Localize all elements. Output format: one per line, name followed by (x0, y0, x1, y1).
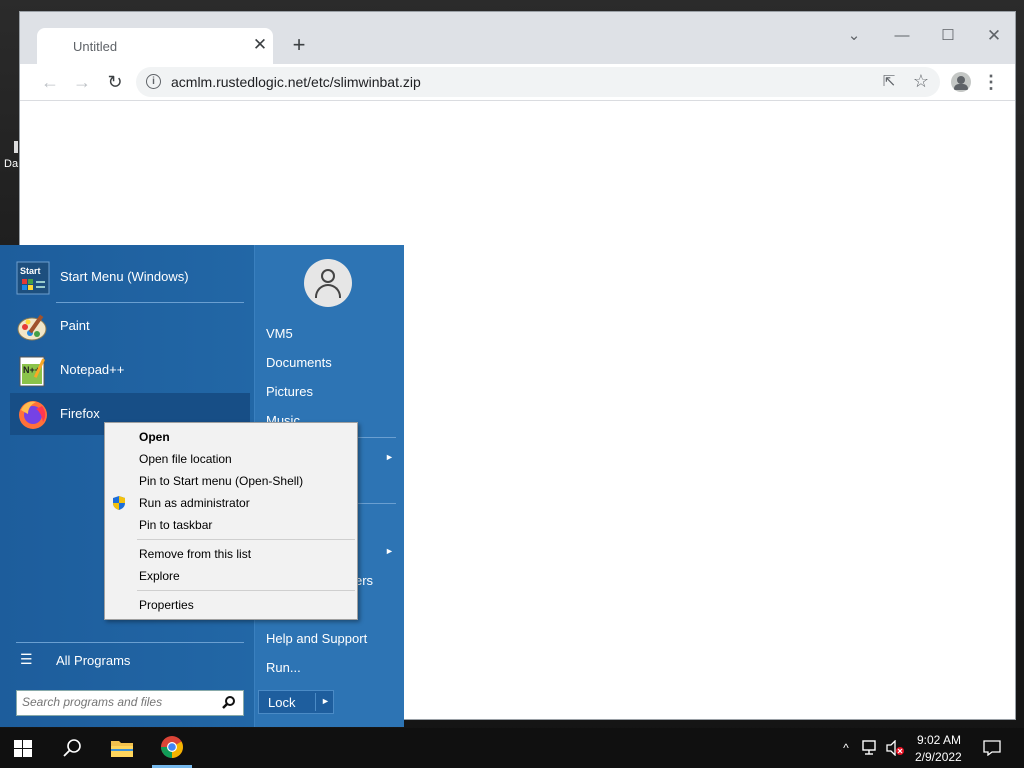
program-label: Firefox (60, 406, 100, 421)
ctx-open-file-location[interactable]: Open file location (139, 452, 232, 466)
start-menu-icon: Start (16, 261, 50, 295)
tab-close-icon[interactable]: ✕ (251, 36, 269, 54)
start-search-box[interactable] (16, 690, 244, 716)
ctx-pin-to-start[interactable]: Pin to Start menu (Open-Shell) (139, 474, 303, 488)
notepadpp-icon: N++ (19, 356, 46, 387)
svg-text:Start: Start (20, 266, 41, 276)
submenu-arrow-icon[interactable]: ► (385, 452, 394, 462)
right-link-pictures[interactable]: Pictures (266, 384, 313, 399)
chrome-icon[interactable] (152, 728, 192, 768)
profile-avatar-icon[interactable] (951, 72, 971, 92)
desktop-icon-label: Da (4, 158, 19, 170)
maximize-button[interactable]: ☐ (936, 26, 960, 46)
user-body-icon (315, 284, 341, 298)
ctx-remove-from-list[interactable]: Remove from this list (139, 547, 251, 561)
bookmark-star-icon[interactable]: ☆ (911, 71, 931, 91)
ctx-separator (137, 590, 355, 591)
minimize-button[interactable]: — (890, 26, 914, 46)
chevron-up-icon[interactable]: ^ (838, 740, 854, 756)
share-icon[interactable]: ⇱ (879, 72, 899, 92)
program-separator (56, 302, 244, 303)
right-link-documents[interactable]: Documents (266, 355, 332, 370)
submenu-arrow-icon[interactable]: ► (385, 546, 394, 556)
ctx-separator (137, 539, 355, 540)
search-icon[interactable] (222, 695, 236, 709)
lock-options-arrow-icon[interactable]: ► (321, 696, 330, 706)
lock-button[interactable]: Lock ► (258, 690, 334, 714)
file-explorer-icon[interactable] (110, 738, 134, 758)
taskbar-search-icon[interactable] (62, 738, 82, 758)
browser-toolbar: ← → ↻ i acmlm.rustedlogic.net/etc/slimwi… (20, 64, 1015, 101)
windows-start-icon[interactable] (14, 740, 32, 757)
forward-button[interactable]: → (70, 70, 94, 94)
context-menu: Open Open file location Pin to Start men… (104, 422, 358, 620)
uac-shield-icon (113, 496, 125, 510)
browser-tab[interactable]: Untitled ✕ (37, 28, 273, 64)
right-link-run[interactable]: Run... (266, 660, 301, 675)
close-window-button[interactable]: ✕ (982, 26, 1006, 46)
address-bar[interactable]: i acmlm.rustedlogic.net/etc/slimwinbat.z… (136, 67, 940, 97)
clock-time[interactable]: 9:02 AM (917, 733, 961, 747)
program-label: Start Menu (Windows) (60, 269, 189, 284)
program-paint[interactable]: Paint (10, 305, 250, 347)
all-programs-button[interactable]: All Programs (56, 653, 130, 668)
url-text[interactable]: acmlm.rustedlogic.net/etc/slimwinbat.zip (171, 74, 421, 90)
back-button[interactable]: ← (38, 70, 62, 94)
reload-button[interactable]: ↻ (103, 70, 127, 94)
user-avatar[interactable] (304, 259, 352, 307)
tab-title: Untitled (73, 39, 118, 54)
ctx-pin-to-taskbar[interactable]: Pin to taskbar (139, 518, 212, 532)
program-notepadpp[interactable]: N++ Notepad++ (10, 349, 250, 391)
lock-divider (315, 693, 316, 711)
start-search-input[interactable] (22, 695, 212, 709)
tab-strip: Untitled ✕ + ⌄ — ☐ ✕ (20, 12, 1015, 64)
ctx-run-as-admin[interactable]: Run as administrator (139, 496, 250, 510)
browser-menu-icon[interactable]: ⋮ (982, 71, 1000, 93)
new-tab-button[interactable]: + (288, 34, 310, 56)
lock-label: Lock (268, 695, 296, 710)
ctx-explore[interactable]: Explore (139, 569, 180, 583)
tab-search-icon[interactable]: ⌄ (842, 26, 866, 46)
right-link-vm5[interactable]: VM5 (266, 326, 293, 341)
firefox-icon (19, 401, 47, 429)
notification-center-icon[interactable] (983, 740, 1001, 756)
all-programs-separator (16, 642, 244, 643)
program-label: Notepad++ (60, 362, 125, 377)
volume-muted-icon[interactable] (886, 740, 904, 756)
ctx-properties[interactable]: Properties (139, 598, 194, 612)
taskbar: ^ 9:02 AM 2/9/2022 (0, 728, 1024, 768)
network-icon[interactable] (862, 740, 880, 756)
ctx-open[interactable]: Open (139, 430, 170, 444)
right-link-help-support[interactable]: Help and Support (266, 631, 367, 646)
user-head-icon (321, 269, 335, 283)
site-info-icon[interactable]: i (146, 74, 161, 89)
clock-date[interactable]: 2/9/2022 (915, 750, 962, 764)
program-label: Paint (60, 318, 90, 333)
all-programs-list-icon: ☰ (20, 651, 33, 667)
program-start-menu-windows[interactable]: Start Start Menu (Windows) (10, 256, 250, 298)
desktop-icon[interactable] (14, 141, 18, 153)
paint-icon (17, 314, 47, 341)
